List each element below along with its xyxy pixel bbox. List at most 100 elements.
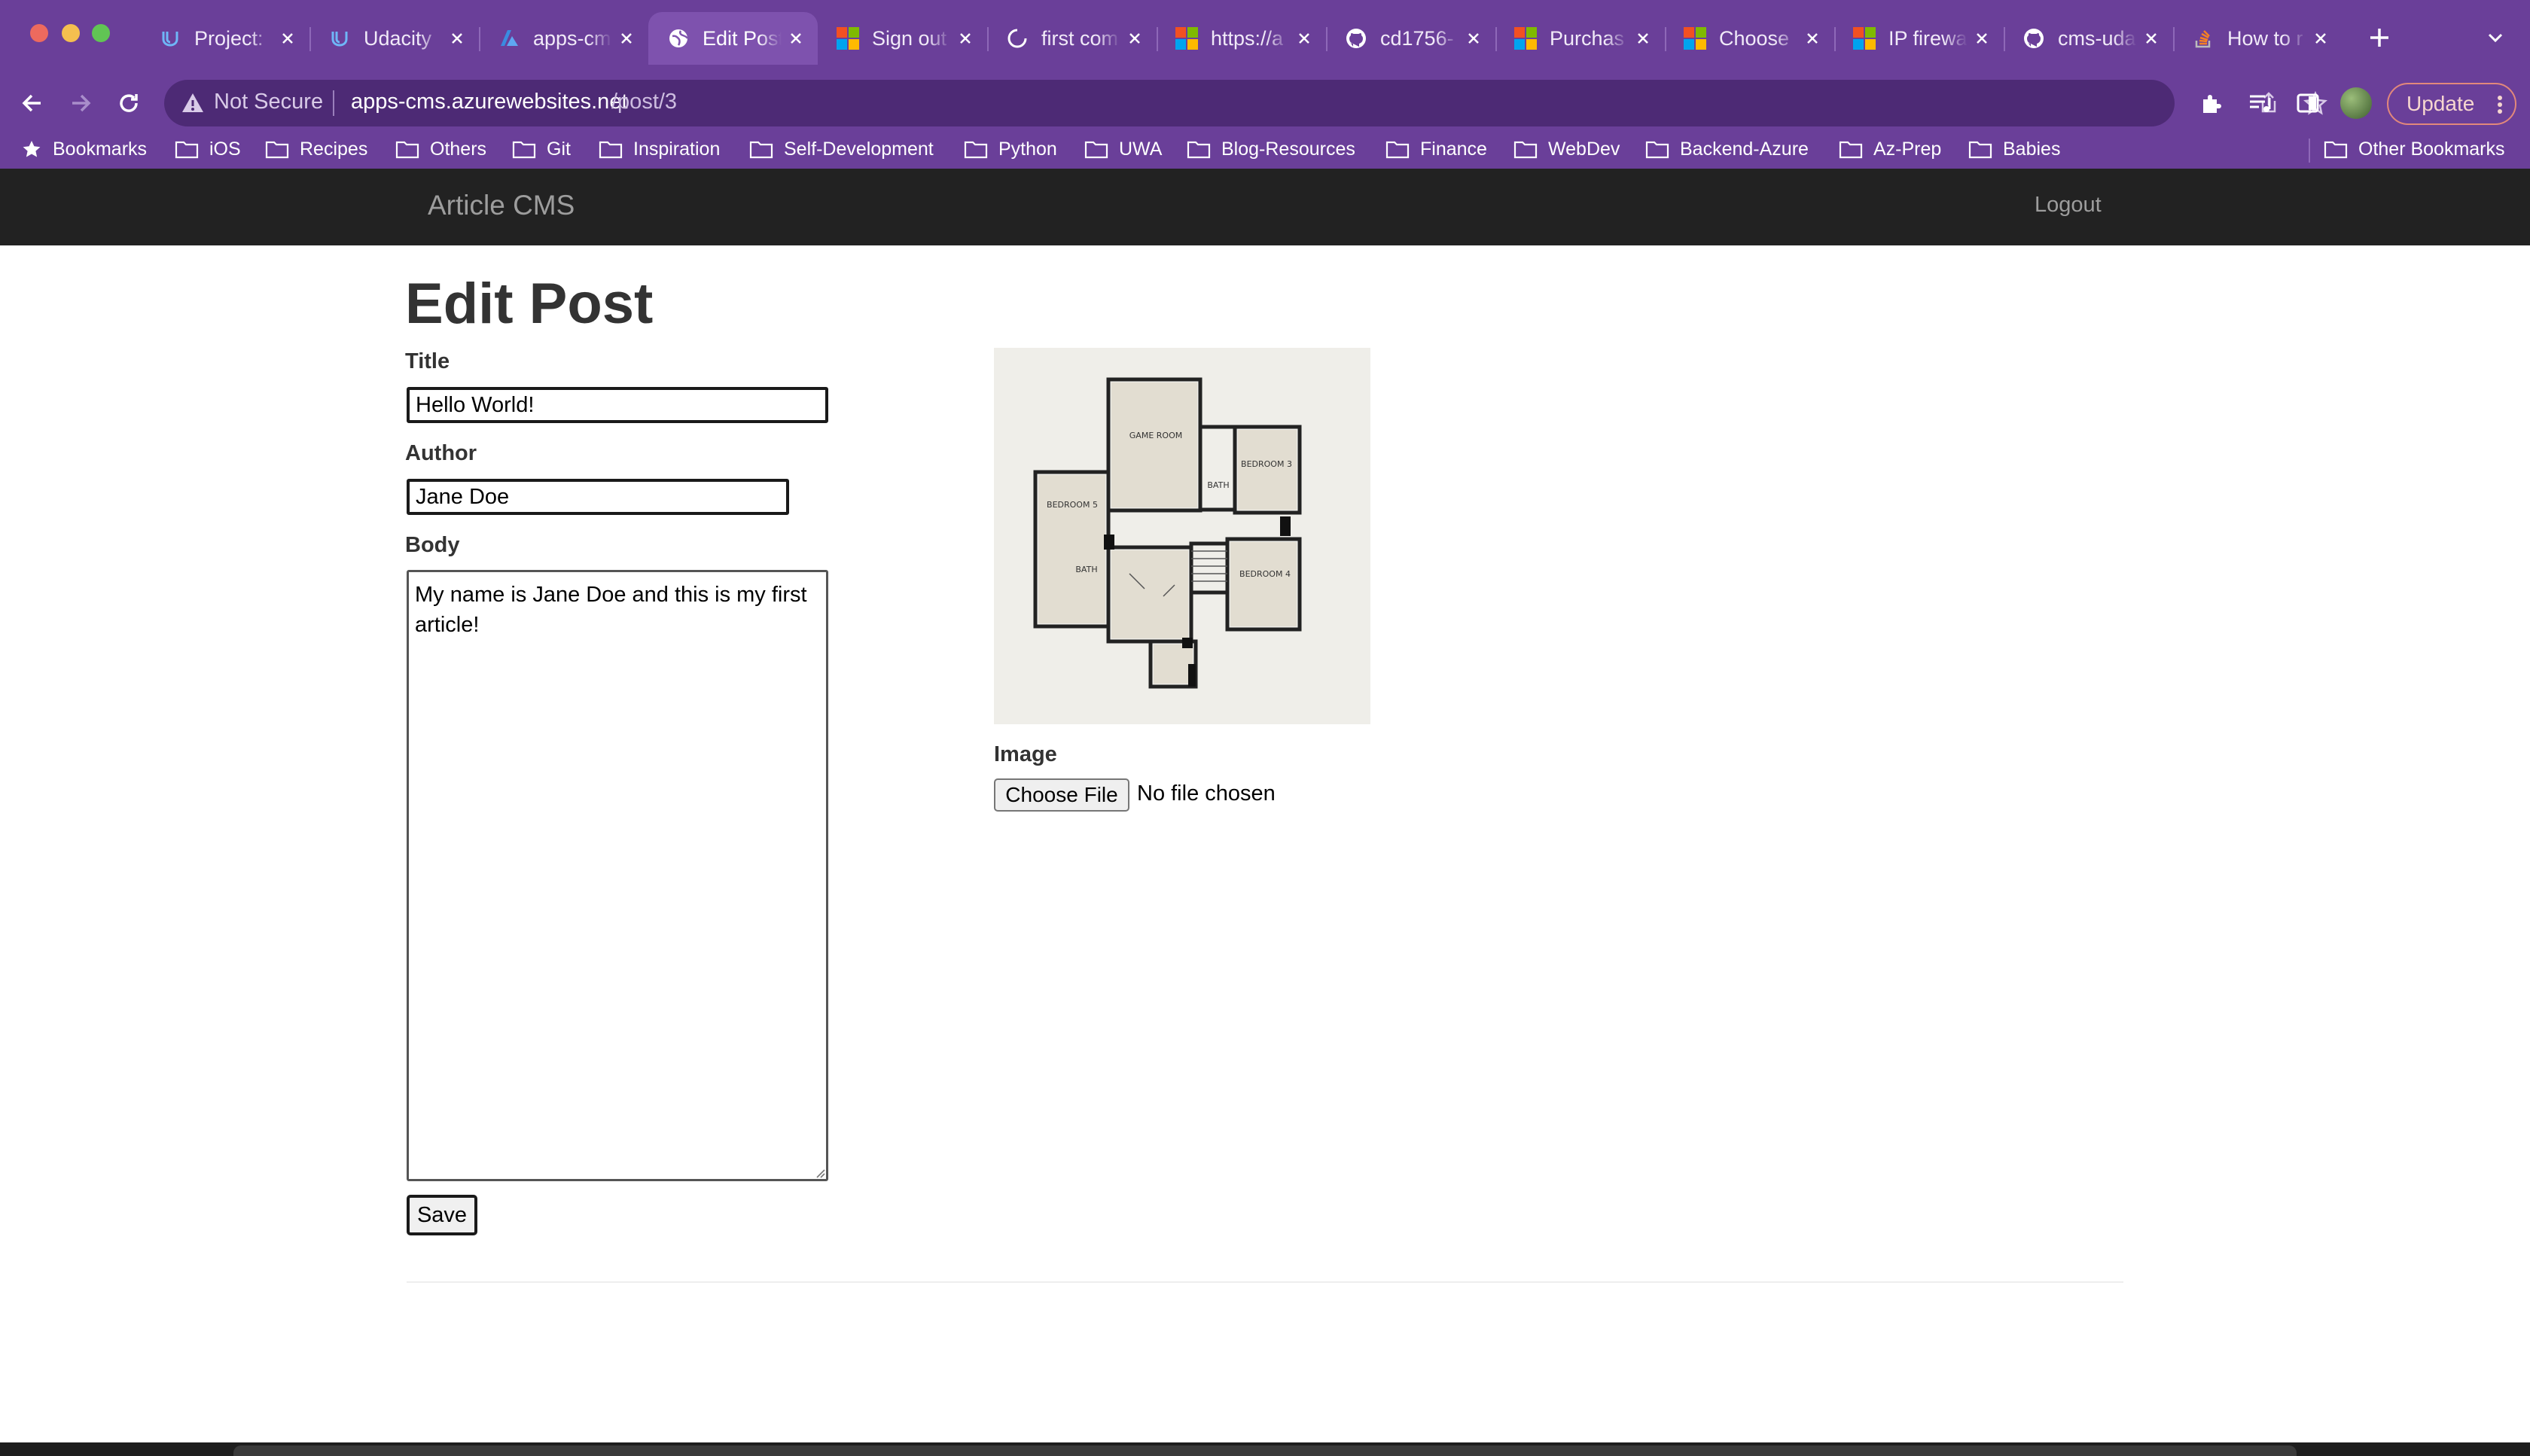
more-icon[interactable] xyxy=(2497,95,2503,114)
tab-list: Project: Udacity apps-cm Edit Post Sign … xyxy=(140,12,2343,65)
logout-link[interactable]: Logout xyxy=(2035,193,2102,218)
close-icon[interactable] xyxy=(2312,30,2329,47)
room-label: BEDROOM 5 xyxy=(1047,500,1098,510)
other-bookmarks[interactable]: Other Bookmarks xyxy=(2324,134,2505,164)
url-host[interactable]: apps-cms.azurewebsites.net xyxy=(351,90,628,114)
bookmark-folder[interactable]: UWA xyxy=(1084,134,1162,164)
back-icon[interactable] xyxy=(18,89,47,117)
chevron-down-icon[interactable] xyxy=(2485,27,2506,48)
warning-icon[interactable] xyxy=(181,91,205,115)
tab[interactable]: Choose xyxy=(1665,12,1834,65)
close-window-button[interactable] xyxy=(30,24,48,42)
close-icon[interactable] xyxy=(2143,30,2160,47)
floor-plan-image: GAME ROOM BEDROOM 3 BEDROOM 5 BEDROOM 4 … xyxy=(1033,377,1302,689)
bookmark-folder[interactable]: Az-Prep xyxy=(1839,134,1941,164)
reload-icon[interactable] xyxy=(114,89,143,117)
microsoft-icon xyxy=(1175,26,1199,50)
bookmark-folder[interactable]: Self-Development xyxy=(749,134,934,164)
site-brand[interactable]: Article CMS xyxy=(428,190,575,221)
folder-icon xyxy=(265,141,289,159)
media-queue-icon[interactable] xyxy=(2245,89,2274,117)
folder-icon xyxy=(512,141,536,159)
body-label: Body xyxy=(405,533,460,557)
bookmark-folder[interactable]: Babies xyxy=(1968,134,2060,164)
tab[interactable]: cms-uda xyxy=(2004,12,2173,65)
close-icon[interactable] xyxy=(618,30,635,47)
close-icon[interactable] xyxy=(957,30,974,47)
tab[interactable]: apps-cm xyxy=(479,12,648,65)
bookmark-label: Others xyxy=(430,138,487,160)
post-image: GAME ROOM BEDROOM 3 BEDROOM 5 BEDROOM 4 … xyxy=(994,348,1370,724)
profile-avatar[interactable] xyxy=(2340,87,2372,119)
update-label: Update xyxy=(2407,92,2475,115)
forward-icon[interactable] xyxy=(66,89,95,117)
bookmark-label: Python xyxy=(998,138,1057,160)
bookmark-folder[interactable]: Backend-Azure xyxy=(1645,134,1809,164)
close-icon[interactable] xyxy=(1465,30,1482,47)
bookmark-folder[interactable]: Recipes xyxy=(265,134,367,164)
tab[interactable]: IP firewa xyxy=(1834,12,2004,65)
bookmark-folder[interactable]: Python xyxy=(964,134,1057,164)
folder-icon xyxy=(749,141,773,159)
close-icon[interactable] xyxy=(1974,30,1990,47)
browser-chrome: Project: Udacity apps-cm Edit Post Sign … xyxy=(0,0,2530,169)
tab[interactable]: Purchas xyxy=(1495,12,1665,65)
bookmark-folder[interactable]: Others xyxy=(395,134,486,164)
bookmark-folder[interactable]: iOS xyxy=(175,134,241,164)
bookmark-folder[interactable]: Git xyxy=(512,134,571,164)
choose-file-button[interactable]: Choose File xyxy=(994,778,1129,812)
dock xyxy=(233,1445,2297,1456)
body-textarea[interactable]: My name is Jane Doe and this is my first… xyxy=(407,570,828,1181)
bookmark-label: Bookmarks xyxy=(53,138,148,160)
bookmark-label: Self-Development xyxy=(784,138,934,160)
close-icon[interactable] xyxy=(788,30,804,47)
security-status[interactable]: Not Secure xyxy=(214,90,323,114)
tab[interactable]: Project: xyxy=(140,12,309,65)
tab-title: Choose xyxy=(1719,26,1790,50)
tab[interactable]: cd1756- xyxy=(1326,12,1495,65)
extensions-icon[interactable] xyxy=(2197,89,2226,117)
bookmarks-divider xyxy=(2309,139,2310,163)
bookmark-folder[interactable]: Inspiration xyxy=(599,134,720,164)
close-icon[interactable] xyxy=(279,30,296,47)
close-icon[interactable] xyxy=(1296,30,1312,47)
room-label: BEDROOM 4 xyxy=(1239,569,1291,579)
tab[interactable]: Sign out xyxy=(818,12,987,65)
tab[interactable]: Udacity xyxy=(309,12,479,65)
close-icon[interactable] xyxy=(1804,30,1821,47)
room-label: BEDROOM 3 xyxy=(1241,459,1292,469)
save-button[interactable]: Save xyxy=(407,1195,477,1235)
close-icon[interactable] xyxy=(1126,30,1143,47)
side-panel-icon[interactable] xyxy=(2294,89,2322,117)
microsoft-icon xyxy=(1513,26,1538,50)
bookmark-folder[interactable]: WebDev xyxy=(1513,134,1620,164)
bookmark-folder[interactable]: Blog-Resources xyxy=(1187,134,1355,164)
minimize-window-button[interactable] xyxy=(62,24,80,42)
tab[interactable]: How to r xyxy=(2173,12,2343,65)
fullscreen-window-button[interactable] xyxy=(92,24,110,42)
close-icon[interactable] xyxy=(449,30,465,47)
close-icon[interactable] xyxy=(1635,30,1651,47)
resize-grip-icon[interactable] xyxy=(813,1166,825,1178)
update-button[interactable]: Update xyxy=(2387,83,2516,125)
azure-icon xyxy=(497,26,521,50)
tab-title: Sign out xyxy=(872,26,947,50)
tab[interactable]: https://a xyxy=(1157,12,1326,65)
bookmark-label: Git xyxy=(547,138,571,160)
microsoft-icon xyxy=(1683,26,1707,50)
address-bar[interactable]: Not Secure apps-cms.azurewebsites.net /p… xyxy=(164,80,2327,126)
bookmark-folder[interactable]: Finance xyxy=(1385,134,1487,164)
address-divider xyxy=(333,90,334,116)
folder-icon xyxy=(1645,141,1669,159)
site-navbar: Article CMS Logout xyxy=(0,169,2530,245)
new-tab-icon[interactable] xyxy=(2364,23,2394,53)
folder-icon xyxy=(1839,141,1863,159)
url-path[interactable]: /post/3 xyxy=(611,90,677,114)
tab[interactable]: first com xyxy=(987,12,1157,65)
bookmark-item[interactable]: Bookmarks xyxy=(21,134,147,164)
title-input[interactable] xyxy=(407,387,828,423)
folder-icon xyxy=(964,141,988,159)
tab-title: first com xyxy=(1041,26,1119,50)
tab-active[interactable]: Edit Post xyxy=(648,12,818,65)
author-input[interactable] xyxy=(407,479,789,515)
